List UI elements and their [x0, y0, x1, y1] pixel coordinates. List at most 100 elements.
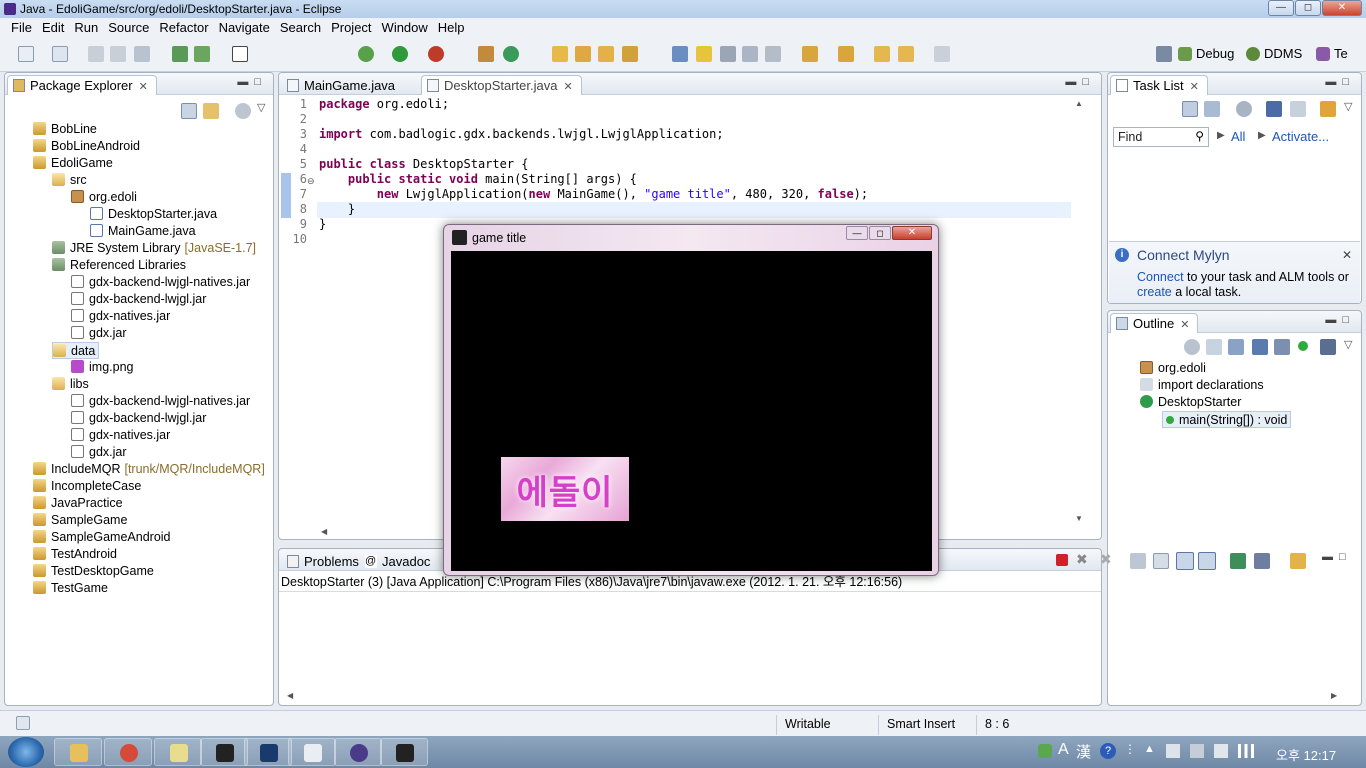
tree-item[interactable]: src [52, 172, 87, 189]
print-icon[interactable] [134, 46, 150, 62]
tree-item[interactable]: TestGame [33, 580, 108, 597]
minimize-button[interactable]: — [1268, 0, 1294, 16]
close-tab-icon[interactable]: ✕ [139, 81, 148, 93]
save-icon[interactable] [88, 46, 104, 62]
tree-item[interactable]: libs [52, 376, 89, 393]
prev-annotation-icon[interactable] [838, 46, 854, 62]
tree-item[interactable]: MainGame.java [90, 223, 196, 240]
tree-item[interactable]: EdoliGame [33, 155, 113, 172]
hide-local-types-icon[interactable] [1320, 339, 1336, 355]
close-tab-icon[interactable]: ✕ [1190, 81, 1199, 93]
debug-perspective[interactable]: Debug [1178, 46, 1234, 61]
tab-desktopstarter-java[interactable]: DesktopStarter.java ✕ [421, 75, 582, 95]
collapse-all-icon[interactable] [181, 103, 197, 119]
search-icon[interactable] [622, 46, 638, 62]
taskbar-notepad[interactable] [154, 738, 202, 766]
tree-item[interactable]: JRE System Library [JavaSE-1.7] [52, 240, 256, 257]
tree-item[interactable]: SampleGameAndroid [33, 529, 171, 546]
outline-minmax-controls[interactable]: ▬□ [1325, 314, 1355, 326]
hide-nonpublic-icon[interactable] [1298, 341, 1308, 351]
view-menu-icon[interactable]: ▽ [1344, 338, 1352, 351]
outline-item-package[interactable]: org.edoli [1140, 360, 1206, 377]
maximize-button[interactable]: ◻ [1295, 0, 1321, 16]
maximize-button[interactable]: ◻ [869, 226, 891, 240]
forward-icon[interactable] [934, 46, 950, 62]
volume-icon[interactable] [1214, 744, 1228, 758]
ime-status-icon[interactable] [1038, 744, 1052, 758]
tray-icon-1[interactable] [1166, 744, 1180, 758]
tree-item[interactable]: org.edoli [71, 189, 137, 206]
taskbar-eclipse[interactable] [334, 738, 382, 766]
highlight-icon[interactable] [696, 46, 712, 62]
task-minmax-controls[interactable]: ▬□ [1325, 76, 1355, 88]
scroll-left-icon[interactable]: ◀ [321, 527, 327, 536]
new-wizard-icon[interactable] [52, 46, 68, 62]
menu-run[interactable]: Run [69, 18, 103, 38]
scheduled-icon[interactable] [1204, 101, 1220, 117]
display-console-icon[interactable] [1254, 553, 1270, 569]
view-menu-icon[interactable]: ▽ [257, 101, 265, 114]
taskbar-photoshop[interactable] [244, 738, 292, 766]
sort-icon[interactable] [1228, 339, 1244, 355]
create-link[interactable]: create [1137, 285, 1172, 299]
taskbar-app4[interactable] [200, 738, 248, 766]
close-tab-icon[interactable]: ✕ [1180, 319, 1189, 331]
clock[interactable]: 오후 12:17 [1276, 745, 1336, 764]
close-button[interactable]: ✕ [1322, 0, 1362, 16]
last-edit-icon[interactable] [874, 46, 890, 62]
console-output[interactable] [279, 591, 1101, 687]
open-task-icon[interactable] [575, 46, 591, 62]
find-field[interactable]: Find ⚲ [1113, 127, 1209, 147]
save-all-icon[interactable] [110, 46, 126, 62]
hide-fields-icon[interactable] [1252, 339, 1268, 355]
pin-console-icon[interactable] [1230, 553, 1246, 569]
taskbar-explorer[interactable] [54, 738, 102, 766]
synchronize-icon[interactable] [1320, 101, 1336, 117]
tree-item[interactable]: gdx-natives.jar [71, 427, 170, 444]
show-stderr-icon[interactable] [1198, 552, 1216, 570]
collapse-all-icon[interactable] [1206, 339, 1222, 355]
focus-icon[interactable] [1236, 101, 1252, 117]
tree-item[interactable]: IncludeMQR [trunk/MQR/IncludeMQR] [33, 461, 265, 478]
help-icon[interactable]: ? [1100, 743, 1116, 759]
close-tab-icon[interactable]: ✕ [563, 81, 572, 93]
tree-item[interactable]: TestDesktopGame [33, 563, 154, 580]
show-hidden-icons[interactable]: ▲ [1144, 743, 1155, 755]
tree-item[interactable]: Referenced Libraries [52, 257, 186, 274]
open-perspective-icon[interactable] [1156, 46, 1172, 62]
show-stdout-icon[interactable] [1176, 552, 1194, 570]
next-annotation-icon[interactable] [802, 46, 818, 62]
show-whitespace-icon[interactable] [720, 46, 736, 62]
close-button[interactable]: ✕ [892, 226, 932, 240]
annotation-icon[interactable] [672, 46, 688, 62]
network-icon[interactable] [1238, 744, 1254, 758]
outline-item-imports[interactable]: import declarations [1140, 377, 1264, 394]
tree-item[interactable]: IncompleteCase [33, 478, 141, 495]
new-icon[interactable] [18, 46, 34, 62]
run-icon[interactable] [392, 46, 408, 62]
menu-file[interactable]: File [6, 18, 37, 38]
menu-project[interactable]: Project [326, 18, 376, 38]
taskbar-app6[interactable] [288, 738, 336, 766]
ime-options-icon[interactable]: ⋮ [1124, 742, 1136, 756]
scroll-down-icon[interactable]: ▼ [1075, 514, 1083, 523]
game-window[interactable]: game title — ◻ ✕ 에돌이 [443, 224, 939, 576]
new-class-icon[interactable] [503, 46, 519, 62]
tree-item[interactable]: gdx-backend-lwjgl.jar [71, 291, 206, 308]
connect-link[interactable]: Connect [1137, 270, 1184, 284]
tray-icon-2[interactable] [1190, 744, 1204, 758]
menu-window[interactable]: Window [377, 18, 433, 38]
back-icon[interactable] [898, 46, 914, 62]
menu-refactor[interactable]: Refactor [154, 18, 213, 38]
menu-navigate[interactable]: Navigate [214, 18, 275, 38]
open-console-icon[interactable] [1290, 553, 1306, 569]
menu-help[interactable]: Help [433, 18, 470, 38]
tab-maingame-java[interactable]: MainGame.java [281, 75, 404, 95]
vertical-scrollbar[interactable]: ▲ ▼ [1075, 97, 1087, 523]
minimize-button[interactable]: — [846, 226, 868, 240]
fast-view-icon[interactable] [16, 716, 30, 730]
tree-item[interactable]: gdx-backend-lwjgl-natives.jar [71, 274, 250, 291]
tree-item[interactable]: data [52, 342, 100, 359]
tree-item[interactable]: gdx-natives.jar [71, 308, 170, 325]
tree-item[interactable]: gdx-backend-lwjgl-natives.jar [71, 393, 250, 410]
